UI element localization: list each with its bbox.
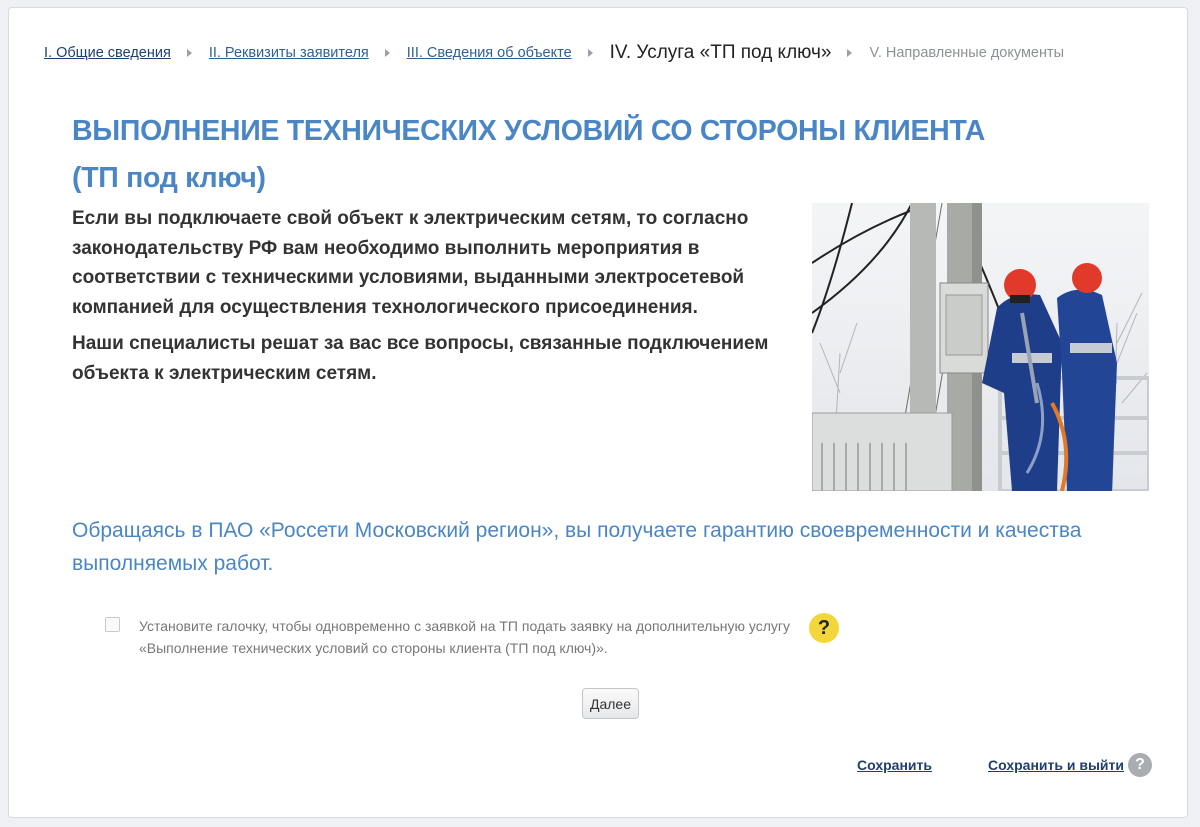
next-button[interactable]: Далее bbox=[582, 688, 639, 719]
breadcrumb: I. Общие сведения II. Реквизиты заявител… bbox=[44, 42, 1064, 64]
breadcrumb-arrow-icon bbox=[847, 49, 853, 57]
intro-paragraph-1: Если вы подключаете свой объект к электр… bbox=[72, 208, 749, 318]
breadcrumb-step-documents: V. Направленные документы bbox=[869, 45, 1065, 61]
electricians-photo bbox=[812, 203, 1149, 491]
content-card: I. Общие сведения II. Реквизиты заявител… bbox=[8, 7, 1188, 818]
breadcrumb-step-current: IV. Услуга «ТП под ключ» bbox=[609, 42, 832, 63]
breadcrumb-arrow-icon bbox=[587, 49, 593, 57]
intro-paragraph-2: Наши специалисты решат за вас все вопрос… bbox=[72, 333, 769, 384]
breadcrumb-step-requisites[interactable]: II. Реквизиты заявителя bbox=[209, 45, 369, 61]
guarantee-text: Обращаясь в ПАО «Россети Московский реги… bbox=[72, 519, 1082, 575]
breadcrumb-step-object[interactable]: III. Сведения об объекте bbox=[407, 45, 572, 61]
breadcrumb-step-general[interactable]: I. Общие сведения bbox=[44, 45, 171, 61]
additional-service-checkbox-label[interactable]: Установите галочку, чтобы одновременно с… bbox=[139, 615, 799, 659]
breadcrumb-arrow-icon bbox=[186, 49, 192, 57]
electricians-photo-illustration bbox=[812, 203, 1149, 491]
page-title-line1: ВЫПОЛНЕНИЕ ТЕХНИЧЕСКИХ УСЛОВИЙ СО СТОРОН… bbox=[72, 115, 986, 147]
intro-text: Если вы подключаете свой объект к электр… bbox=[72, 204, 772, 388]
breadcrumb-arrow-icon bbox=[384, 49, 390, 57]
additional-service-checkbox[interactable] bbox=[105, 617, 120, 632]
save-help-question-icon[interactable]: ? bbox=[1128, 753, 1152, 777]
save-and-exit-link[interactable]: Сохранить и выйти bbox=[988, 757, 1124, 773]
page-title-line2: (ТП под ключ) bbox=[72, 162, 266, 194]
save-link[interactable]: Сохранить bbox=[857, 757, 932, 773]
page-title: ВЫПОЛНЕНИЕ ТЕХНИЧЕСКИХ УСЛОВИЙ СО СТОРОН… bbox=[72, 108, 985, 202]
help-question-icon[interactable]: ? bbox=[809, 613, 839, 643]
